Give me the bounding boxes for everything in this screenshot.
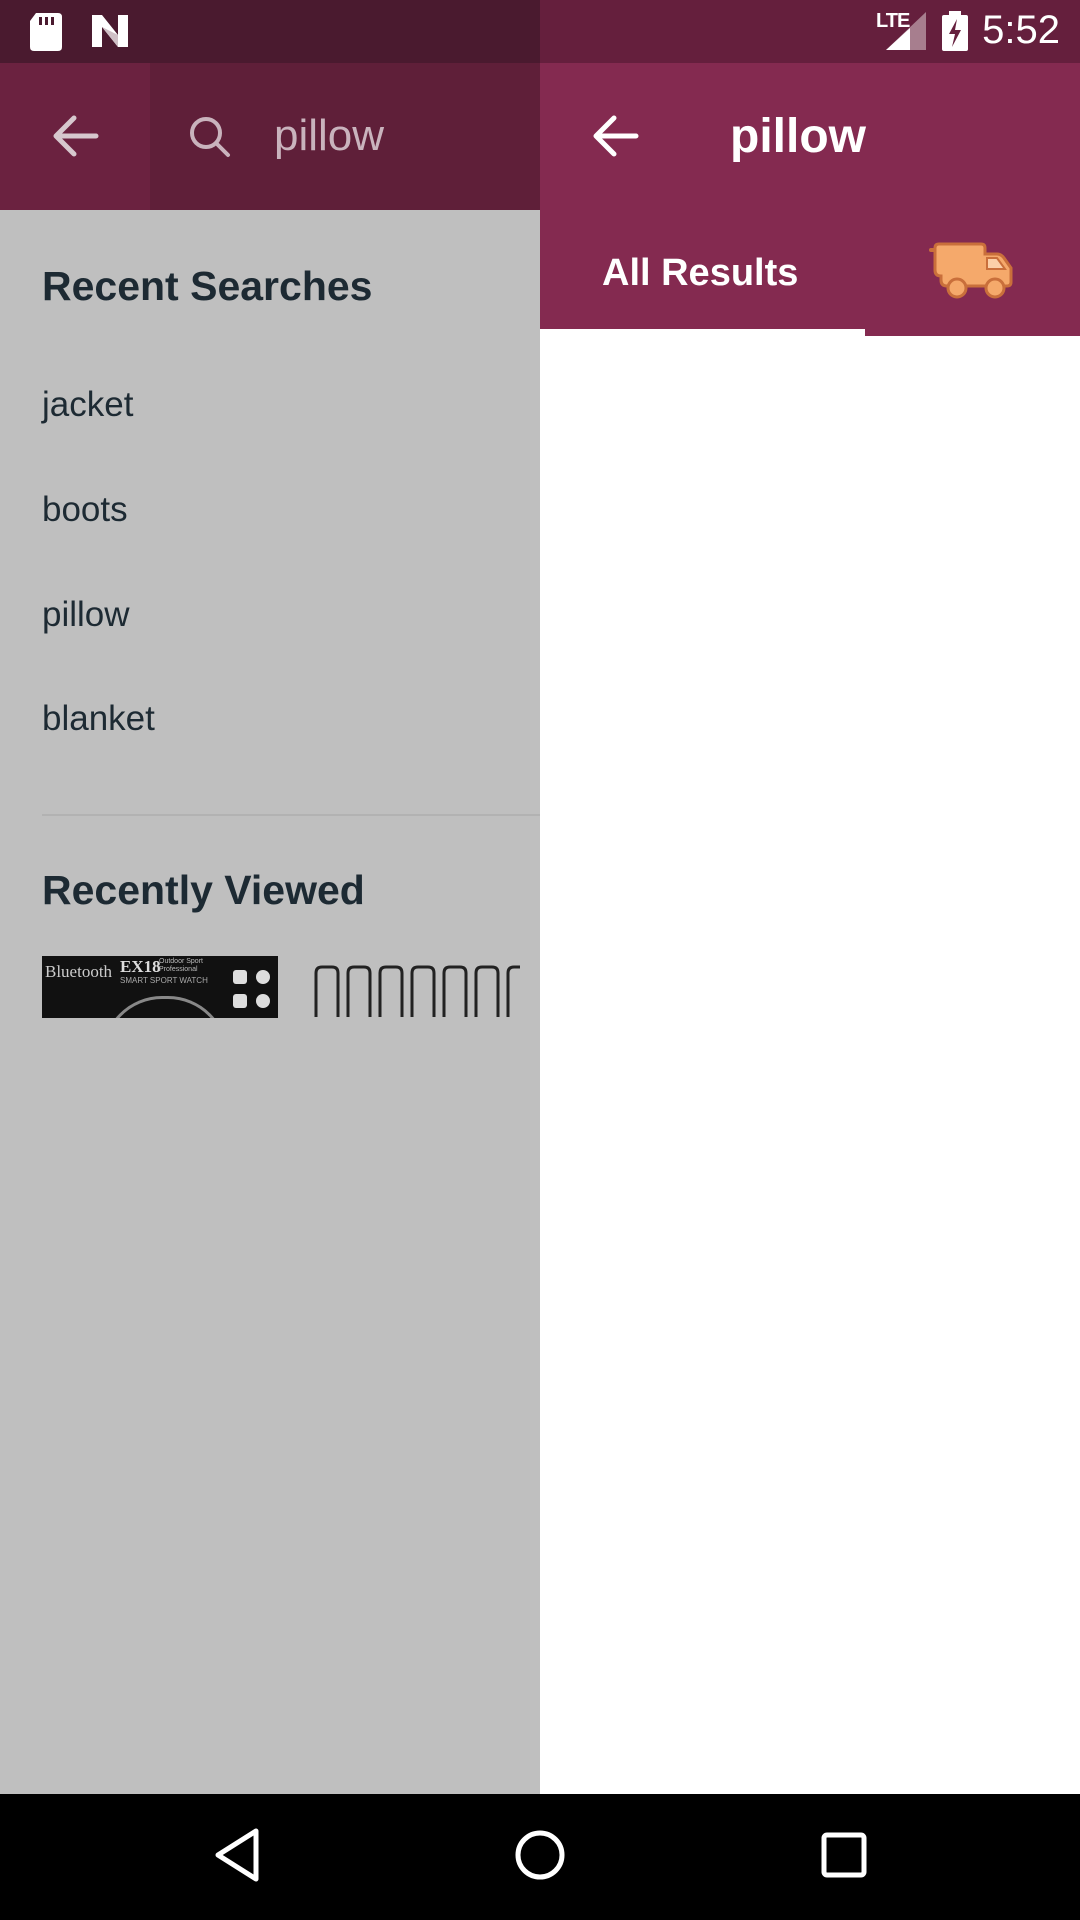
battery-charging-icon bbox=[942, 11, 968, 51]
back-icon[interactable] bbox=[212, 1827, 262, 1883]
recent-search-item[interactable]: pillow bbox=[42, 595, 130, 635]
arrow-back-icon bbox=[53, 115, 99, 157]
tab-all-results[interactable]: All Results bbox=[540, 210, 865, 336]
back-arrow-button[interactable] bbox=[590, 113, 640, 159]
search-input[interactable]: pillow bbox=[150, 63, 540, 210]
search-query-text: pillow bbox=[274, 111, 385, 160]
sd-card-icon bbox=[30, 13, 62, 51]
watch-tagline-text: Outdoor Sport Professional bbox=[159, 958, 203, 973]
results-app-bar: pillow All Results bbox=[540, 63, 1080, 336]
status-bar-left bbox=[0, 0, 540, 63]
clock: 5:52 bbox=[982, 8, 1060, 52]
recent-searches-heading: Recent Searches bbox=[42, 263, 373, 309]
search-back-button[interactable] bbox=[0, 63, 150, 210]
tab-fast-delivery[interactable] bbox=[865, 210, 1080, 336]
recently-viewed-item-clips[interactable] bbox=[310, 965, 525, 1019]
watch-app-icons bbox=[233, 970, 270, 1008]
watch-dial-image bbox=[102, 996, 228, 1018]
search-panel: pillow Recent Searches jacket boots pill… bbox=[0, 63, 540, 1794]
n-icon bbox=[92, 15, 128, 47]
fast-delivery-truck-icon bbox=[929, 242, 1013, 299]
section-divider bbox=[42, 814, 540, 816]
recently-viewed-item-watch[interactable]: Bluetooth EX18 Outdoor Sport Professiona… bbox=[42, 956, 278, 1018]
navigation-bar bbox=[0, 1794, 1080, 1920]
watch-model-text: EX18 bbox=[120, 957, 161, 976]
search-icon bbox=[190, 117, 230, 157]
tab-selected-indicator bbox=[540, 329, 865, 336]
watch-brand-text: Bluetooth bbox=[45, 962, 113, 981]
tab-all-results-label: All Results bbox=[602, 252, 799, 294]
results-panel: pillow All Results bbox=[540, 63, 1080, 1794]
recently-viewed-heading: Recently Viewed bbox=[42, 867, 365, 913]
recents-icon[interactable] bbox=[820, 1827, 868, 1883]
search-bar: pillow bbox=[0, 63, 540, 210]
results-title: pillow bbox=[730, 110, 866, 163]
home-icon[interactable] bbox=[514, 1827, 566, 1883]
signal-icon bbox=[886, 12, 926, 50]
recent-search-item[interactable]: jacket bbox=[42, 385, 133, 425]
status-bar-right: LTE 5:52 bbox=[540, 0, 1080, 63]
watch-subtitle-text: SMART SPORT WATCH bbox=[120, 976, 208, 985]
recent-search-item[interactable]: blanket bbox=[42, 699, 155, 739]
recent-search-item[interactable]: boots bbox=[42, 490, 128, 530]
status-bar: LTE 5:52 bbox=[0, 0, 1080, 63]
